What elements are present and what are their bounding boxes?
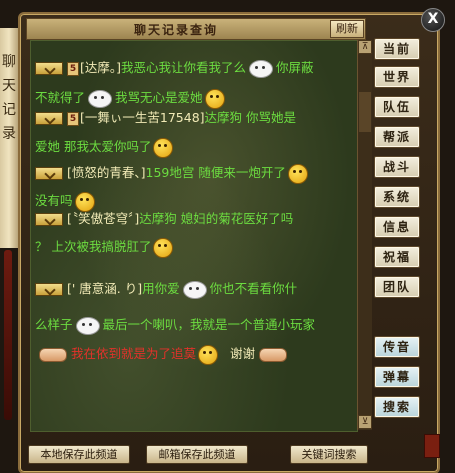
message-text: 谢谢 xyxy=(230,346,256,361)
chat-message-cont: ？ 上次被我搞脱肛了 xyxy=(35,237,175,258)
message-text: 我骂无心是爱她 xyxy=(115,90,203,105)
sender-name[interactable]: [〝笑傲苍穹〞] xyxy=(67,211,139,226)
message-text: 达摩狗 你骂她是 xyxy=(204,110,297,125)
message-text: 达摩狗 媳妇的菊花医好了吗 xyxy=(139,211,294,226)
message-text: 我恶心我让你看我了么 xyxy=(121,60,247,75)
message-text: 不就得了 xyxy=(35,90,86,105)
level-badge: 5 xyxy=(67,61,79,76)
scroll-thumb[interactable] xyxy=(359,92,371,132)
tab-whisper[interactable]: 传音 xyxy=(374,336,420,358)
tab-search[interactable]: 搜索 xyxy=(374,396,420,418)
tab-current[interactable]: 当前 xyxy=(374,38,420,60)
save-channel-local-button[interactable]: 本地保存此频道 xyxy=(28,445,130,464)
message-text: 你屏蔽 xyxy=(276,60,314,75)
sender-name[interactable]: [愤怒的青春、] xyxy=(67,165,146,180)
message-text: 么样子 xyxy=(35,317,73,332)
tab-battle[interactable]: 战斗 xyxy=(374,156,420,178)
sender-name[interactable]: [一舞ぃ一生苦17548] xyxy=(80,110,205,125)
chat-message: [愤怒的青春、]159地宫 随便来一炮开了 xyxy=(35,163,310,184)
chat-message: 5 [达摩。]我恶心我让你看我了么 你屏蔽 xyxy=(35,58,314,78)
refresh-button[interactable]: 刷新 xyxy=(330,20,364,38)
save-channel-mail-button[interactable]: 邮箱保存此频道 xyxy=(146,445,248,464)
message-text: 用你爱 xyxy=(142,281,180,296)
tab-guild[interactable]: 帮派 xyxy=(374,126,420,148)
message-text: ？ 上次被我搞脱肛了 xyxy=(35,239,152,254)
scroll-label: 聊天记录 xyxy=(2,54,16,142)
title-bar: 聊天记录查询 xyxy=(26,18,366,40)
chat-message: 我在依到就是为了追莫 谢谢 xyxy=(35,344,291,365)
chat-message: [〝笑傲苍穹〞]达摩狗 媳妇的菊花医好了吗 xyxy=(35,209,293,229)
tab-system[interactable]: 系统 xyxy=(374,186,420,208)
chat-message-cont: 么样子 最后一个喇叭，我就是一个普通小玩家 xyxy=(35,315,315,335)
decorative-scroll: 聊天记录 xyxy=(0,28,20,248)
handshake-emoji-icon xyxy=(39,347,67,362)
tab-blessing[interactable]: 祝福 xyxy=(374,246,420,268)
message-text: 你也不看看你什 xyxy=(209,281,298,296)
chat-history-window: 聊天记录 聊天记录查询 刷新 X 5 [达摩。]我恶心我让你看我了么 你屏蔽 不就得… xyxy=(0,0,455,473)
chat-message-cont: 爱她 那我太爱你吗了 xyxy=(35,137,175,158)
chat-scrollbar[interactable]: ⊼ ⊻ xyxy=(357,40,372,430)
tab-group[interactable]: 团队 xyxy=(374,276,420,298)
channel-tag-icon xyxy=(35,62,63,75)
smiley-emoji-icon xyxy=(204,88,225,109)
smiley-emoji-icon xyxy=(153,237,174,258)
smiley-emoji-icon xyxy=(287,163,308,184)
channel-tag-icon xyxy=(35,112,63,125)
sheep-emoji-icon xyxy=(249,59,274,78)
keyword-search-button[interactable]: 关键词搜索 xyxy=(290,445,368,464)
message-text: 爱她 那我太爱你吗了 xyxy=(35,139,152,154)
chat-message-cont: 不就得了 我骂无心是爱她 xyxy=(35,88,227,109)
message-text: 我在依到就是为了追莫 xyxy=(71,346,197,361)
channel-tag-icon xyxy=(35,283,63,296)
sheep-emoji-icon xyxy=(75,316,100,335)
channel-tag-icon xyxy=(35,167,63,180)
tab-info[interactable]: 信息 xyxy=(374,216,420,238)
handshake-emoji-icon xyxy=(259,347,288,362)
smiley-emoji-icon xyxy=(153,137,174,158)
scroll-up-button[interactable]: ⊼ xyxy=(358,40,372,54)
chat-log[interactable]: 5 [达摩。]我恶心我让你看我了么 你屏蔽 不就得了 我骂无心是爱她 5 [一舞ぃ一生苦… xyxy=(30,40,358,432)
smiley-emoji-icon xyxy=(198,344,219,365)
seal-stamp-icon xyxy=(424,434,440,458)
tab-world[interactable]: 世界 xyxy=(374,66,420,88)
sheep-emoji-icon xyxy=(88,89,113,108)
close-button[interactable]: X xyxy=(421,8,445,32)
window-title: 聊天记录查询 xyxy=(133,23,218,37)
channel-tag-icon xyxy=(35,213,63,226)
message-text: 最后一个喇叭，我就是一个普通小玩家 xyxy=(102,317,316,332)
sheep-emoji-icon xyxy=(182,280,207,299)
level-badge: 5 xyxy=(67,111,79,126)
chat-message: [' 唐意涵. り]用你爱 你也不看看你什 xyxy=(35,279,297,299)
tab-team[interactable]: 队伍 xyxy=(374,96,420,118)
chat-message: 5 [一舞ぃ一生苦17548]达摩狗 你骂她是 xyxy=(35,108,296,128)
message-text: 没有吗 xyxy=(35,193,73,208)
tab-danmaku[interactable]: 弹幕 xyxy=(374,366,420,388)
scroll-down-button[interactable]: ⊻ xyxy=(358,415,372,429)
decorative-tassel xyxy=(4,250,12,420)
sender-name[interactable]: [' 唐意涵. り] xyxy=(67,281,142,296)
message-text: 159地宫 随便来一炮开了 xyxy=(145,165,286,180)
sender-name[interactable]: [达摩。] xyxy=(80,60,121,75)
